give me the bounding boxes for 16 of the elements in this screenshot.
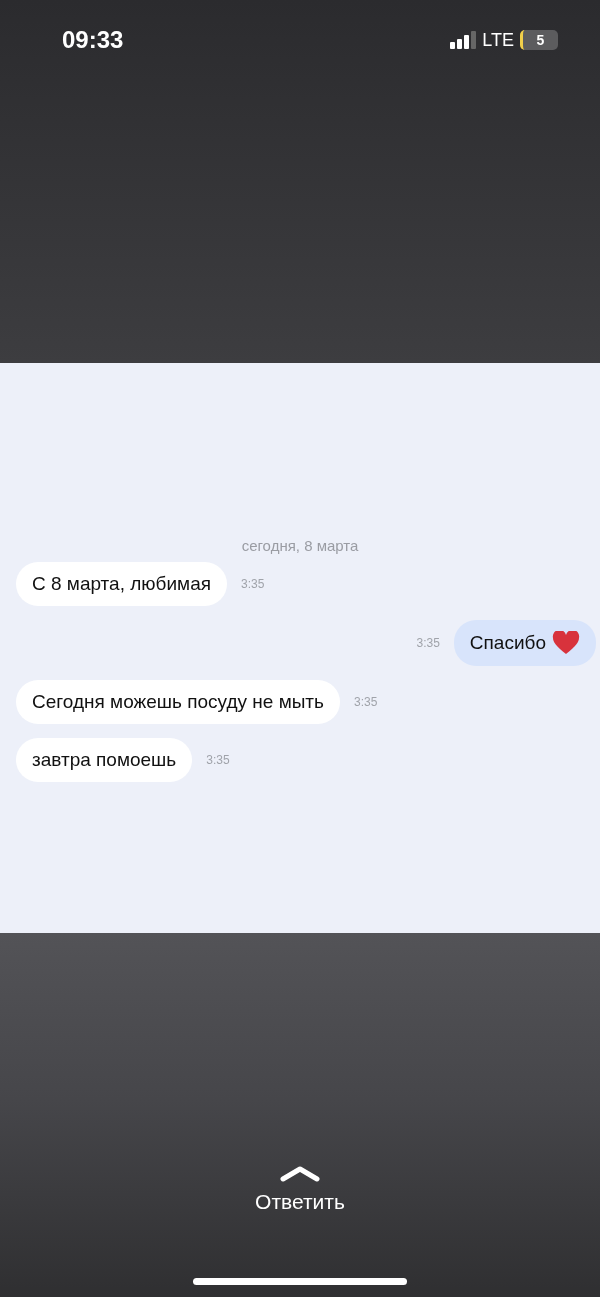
message-text: С 8 марта, любимая [32, 573, 211, 595]
battery-icon: 5 [520, 30, 558, 50]
message-text: завтра помоешь [32, 749, 177, 771]
message-time: 3:35 [416, 636, 440, 650]
signal-icon [450, 31, 477, 49]
message-time: 3:35 [353, 695, 378, 709]
chevron-up-icon [280, 1166, 320, 1182]
date-label: сегодня, 8 марта [240, 537, 360, 554]
reply-button[interactable]: Ответить [255, 1166, 345, 1214]
clock: 09:33 [62, 26, 124, 54]
home-indicator[interactable] [193, 1278, 407, 1285]
message-text: Сегодня можешь посуду не мыть [32, 691, 324, 713]
message-time: 3:35 [206, 753, 230, 767]
network-label: LTE [482, 29, 514, 51]
message-time: 3:35 [241, 577, 265, 591]
message-text: Спасибо [469, 632, 546, 654]
